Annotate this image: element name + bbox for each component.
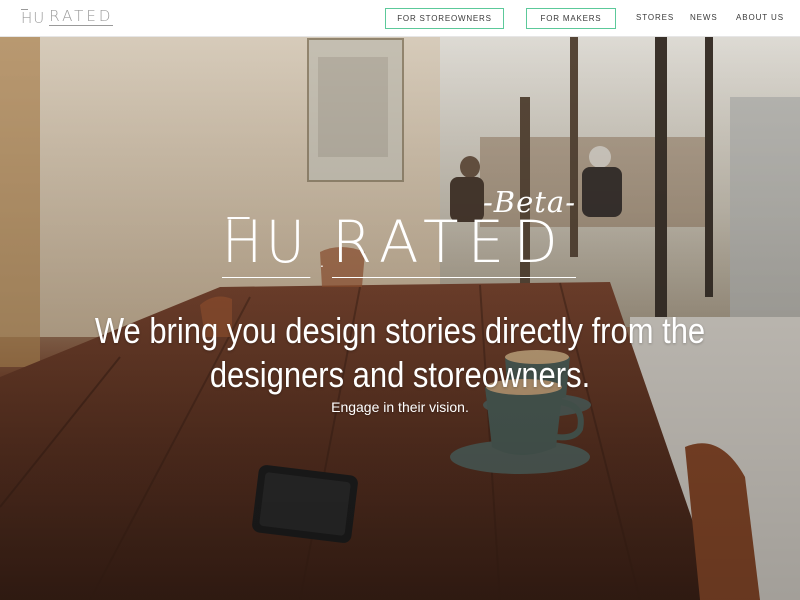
top-navbar: HU RATED FOR STOREOWNERS FOR MAKERS STOR… <box>0 0 800 37</box>
for-storeowners-button[interactable]: FOR STOREOWNERS <box>385 8 504 29</box>
nav-link-news[interactable]: NEWS <box>690 13 718 22</box>
hero-logo-dot: . <box>320 254 324 270</box>
hero-subline: Engage in their vision. <box>331 399 469 415</box>
logo-rated-text: RATED <box>49 7 114 26</box>
for-makers-button[interactable]: FOR MAKERS <box>526 8 616 29</box>
hero-logo-rated: RATED <box>331 213 576 278</box>
nav-link-stores[interactable]: STORES <box>636 13 674 22</box>
hero-section: -Beta- HU . RATED We bring you design st… <box>0 37 800 600</box>
nav-link-about-us[interactable]: ABOUT US <box>736 13 784 22</box>
hero-headline: We bring you design stories directly fro… <box>94 310 706 395</box>
hero-logo-hu: HU <box>222 208 311 278</box>
hero-logo: HU . RATED <box>222 213 576 278</box>
logo-hu-text: HU <box>21 9 46 27</box>
site-logo[interactable]: HU RATED <box>21 7 114 27</box>
